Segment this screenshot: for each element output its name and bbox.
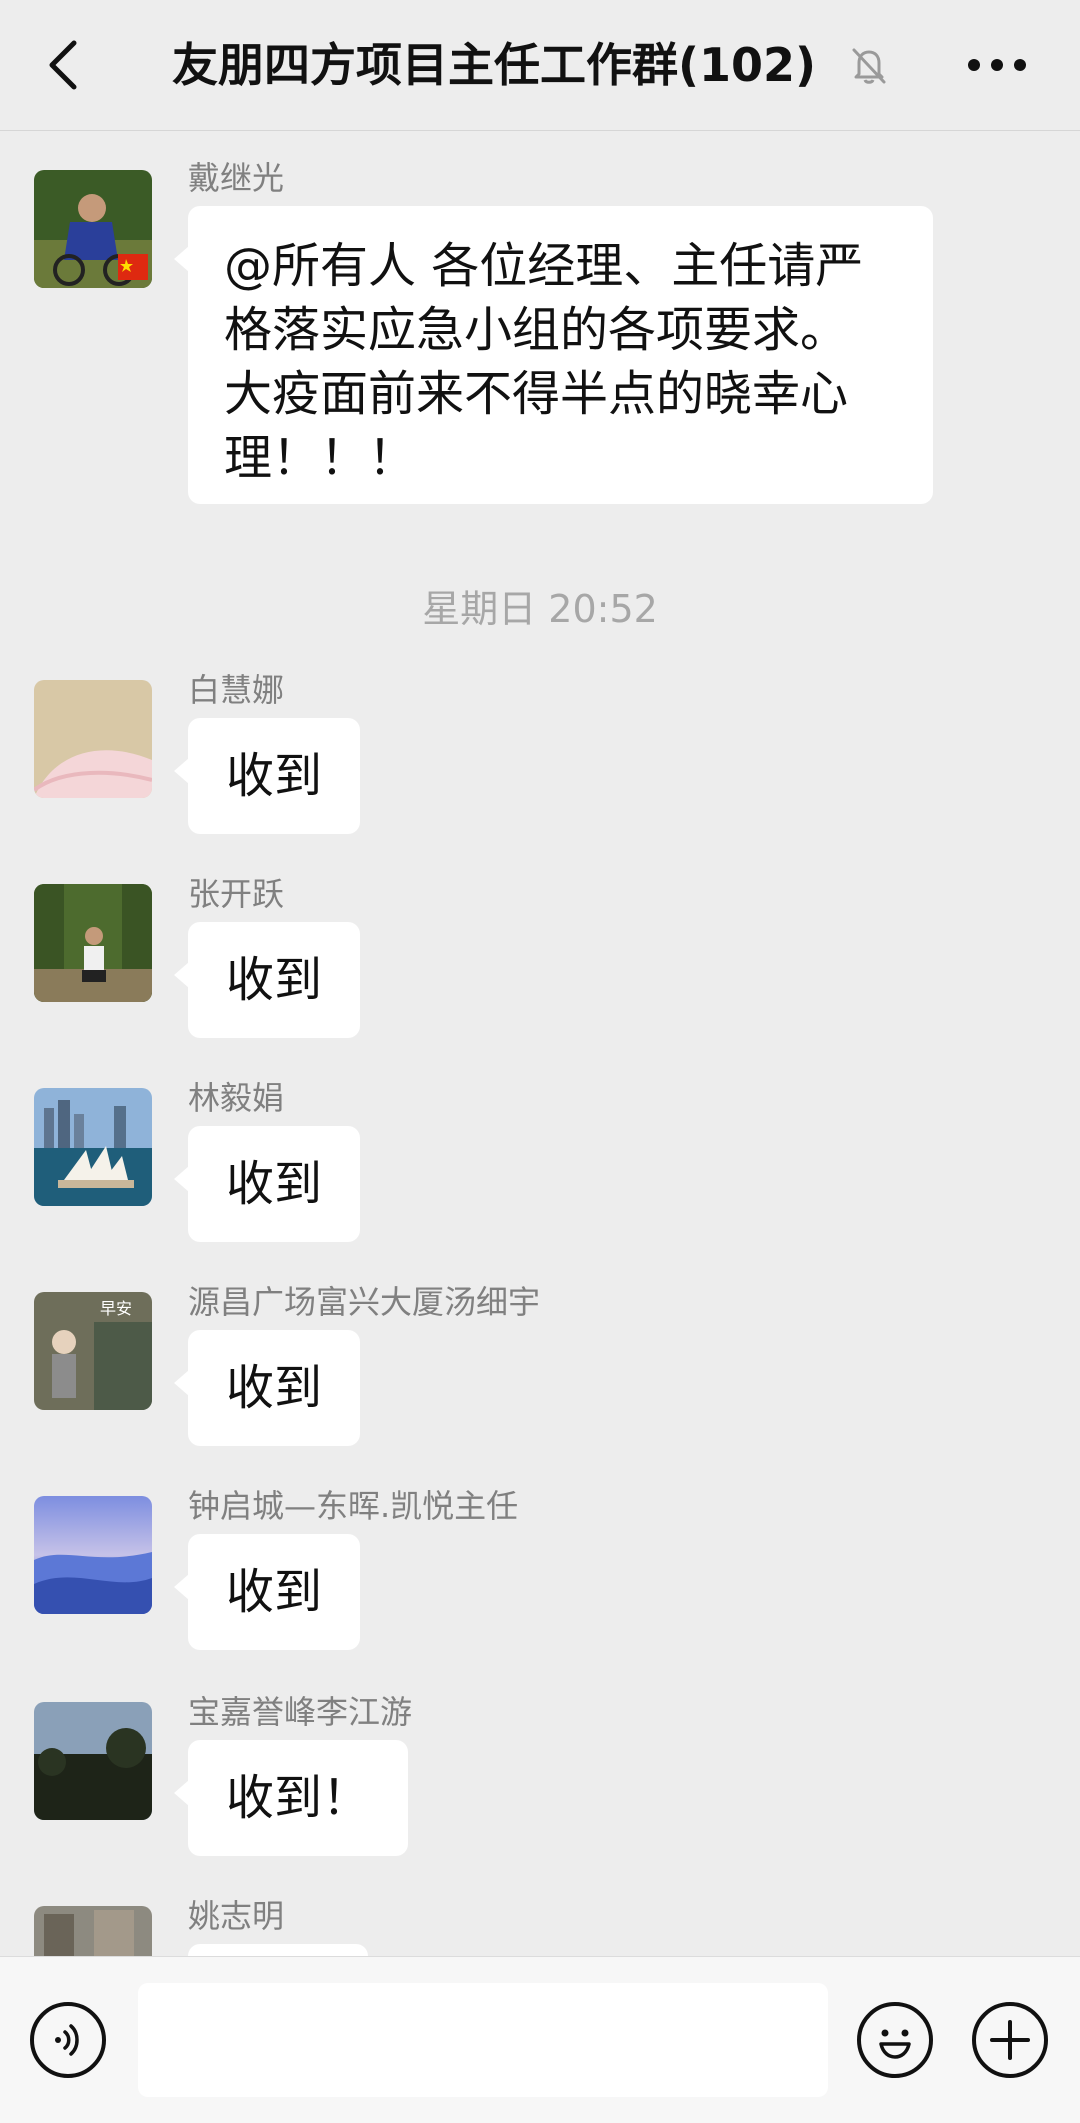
avatar[interactable] [34,170,152,288]
more-options-button[interactable] [966,45,1028,85]
message-text: 收到 [226,1156,323,1212]
message-text: 收到 [226,952,323,1008]
sender-name: 钟启城—东晖.凯悦主任 [188,1487,519,1525]
time-divider: 星期日 20:52 [422,587,658,631]
bell-off-icon [848,44,890,86]
input-bar [0,1956,1080,2123]
message-bubble[interactable]: 收到 [173,1126,361,1242]
emoji-button[interactable] [857,2002,933,2078]
message-text: 收到 [226,748,323,804]
voice-button[interactable] [30,2002,106,2078]
message-bubble[interactable]: @所有人 各位经理、主任请严 格落实应急小组的各项要求。 大疫面前来不得半点的晓… [174,206,933,504]
avatar-photo-cyclist [34,170,152,288]
sender-name: 张开跃 [188,875,285,913]
avatar[interactable] [34,1496,152,1614]
back-button[interactable] [40,35,90,95]
sender-name: 戴继光 [188,159,285,197]
voice-icon [55,2024,79,2056]
message-text: 收到 [226,1360,323,1416]
chevron-left-icon [49,40,77,90]
sender-name: 白慧娜 [188,671,285,709]
avatar-photo-petal [34,680,152,798]
message-line: 大疫面前来不得半点的晓幸心 [224,366,849,422]
message-line: 格落实应急小组的各项要求。 [224,302,849,358]
sender-name: 宝嘉誉峰李江游 [188,1693,413,1731]
avatar-photo-partial [34,1906,152,1956]
avatar[interactable] [34,1702,152,1820]
message-bubble[interactable]: 收到！ [173,1740,409,1856]
message-bubble[interactable] [174,1944,368,2010]
avatar-photo-monk: 早安 [34,1292,152,1410]
avatar[interactable] [34,884,152,1002]
chat-title: 友朋四方项目主任工作群(102) [172,38,817,92]
message-bubble[interactable]: 收到 [173,1330,361,1446]
avatar-photo-dusk [34,1702,152,1820]
message-bubble[interactable]: 收到 [173,718,361,834]
message-bubble[interactable]: 收到 [173,922,361,1038]
sender-name: 林毅娟 [188,1079,285,1117]
avatar[interactable] [34,680,152,798]
message-bubble[interactable]: 收到 [173,1534,361,1650]
emoji-icon [879,2029,911,2059]
message-text: 收到 [226,1564,323,1620]
chat-header: 友朋四方项目主任工作群(102) [0,0,1080,131]
avatar[interactable] [34,1906,152,1956]
avatar-caption: 早安 [100,1299,132,1318]
more-functions-button[interactable] [972,2002,1048,2078]
avatar[interactable] [34,1088,152,1206]
avatar-photo-opera-house [34,1088,152,1206]
plus-icon [990,2020,1030,2060]
message-line: 理！！！ [224,430,417,486]
sender-name: 姚志明 [188,1897,285,1935]
more-horizontal-icon [968,59,1026,71]
avatar[interactable]: 早安 [34,1292,152,1410]
avatar-photo-garden [34,884,152,1002]
message-line: @所有人 各位经理、主任请严 [224,238,864,294]
avatar-photo-dunes [34,1496,152,1614]
message-input[interactable] [138,1983,828,2097]
message-text: 收到！ [226,1770,371,1826]
sender-name: 源昌广场富兴大厦汤细宇 [188,1283,541,1321]
